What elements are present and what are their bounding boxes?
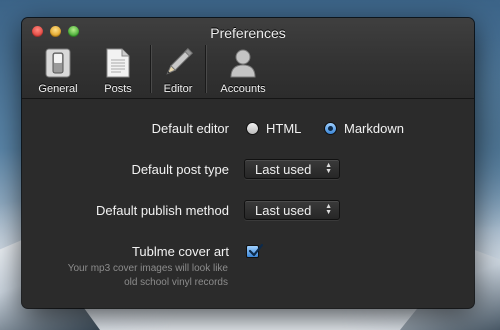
tab-editor-label: Editor bbox=[163, 83, 193, 95]
radio-html-button[interactable] bbox=[246, 122, 259, 135]
pencil-icon bbox=[160, 46, 196, 80]
user-silhouette-icon bbox=[225, 46, 261, 80]
tab-accounts-label: Accounts bbox=[220, 83, 266, 95]
default-editor-label: Default editor bbox=[151, 121, 229, 136]
window-title: Preferences bbox=[210, 25, 286, 41]
default-publish-method-value: Last used bbox=[255, 202, 312, 218]
cover-art-label: Tublme cover art bbox=[131, 244, 229, 259]
default-post-type-select[interactable]: Last used ▲ ▼ bbox=[244, 159, 340, 179]
tab-posts[interactable]: Posts bbox=[86, 43, 150, 95]
default-publish-method-label: Default publish method bbox=[96, 203, 229, 218]
title-bar: Preferences General Posts Editor Account… bbox=[22, 18, 474, 99]
editor-settings-panel: Default editor HTML Markdown Default pos… bbox=[22, 99, 474, 308]
tab-accounts[interactable]: Accounts bbox=[206, 43, 280, 95]
cover-art-hint-line2: old school vinyl records bbox=[124, 277, 228, 288]
cover-art-hint: Your mp3 cover images will look like old… bbox=[68, 262, 228, 290]
radio-markdown[interactable]: Markdown bbox=[324, 121, 404, 136]
tab-posts-label: Posts bbox=[104, 83, 132, 95]
preferences-toolbar: General Posts Editor Accounts bbox=[30, 43, 280, 95]
tab-editor[interactable]: Editor bbox=[151, 43, 205, 95]
radio-html[interactable]: HTML bbox=[246, 121, 301, 136]
tab-general-label: General bbox=[38, 83, 78, 95]
checkmark-icon bbox=[248, 243, 263, 257]
radio-html-label: HTML bbox=[266, 121, 302, 136]
general-switch-icon bbox=[40, 46, 76, 80]
default-publish-method-select[interactable]: Last used ▲ ▼ bbox=[244, 200, 340, 220]
radio-markdown-button[interactable] bbox=[324, 122, 337, 135]
cover-art-checkbox[interactable] bbox=[246, 243, 263, 258]
select-arrows-icon: ▲ ▼ bbox=[325, 162, 332, 175]
document-icon bbox=[100, 46, 136, 80]
preferences-window: Preferences General Posts Editor Account… bbox=[22, 18, 474, 308]
default-post-type-label: Default post type bbox=[131, 162, 229, 177]
cover-art-hint-line1: Your mp3 cover images will look like bbox=[67, 263, 228, 274]
select-arrows-icon: ▲ ▼ bbox=[325, 203, 332, 216]
tab-general[interactable]: General bbox=[30, 43, 86, 95]
default-post-type-value: Last used bbox=[255, 161, 312, 177]
radio-markdown-label: Markdown bbox=[344, 121, 404, 136]
